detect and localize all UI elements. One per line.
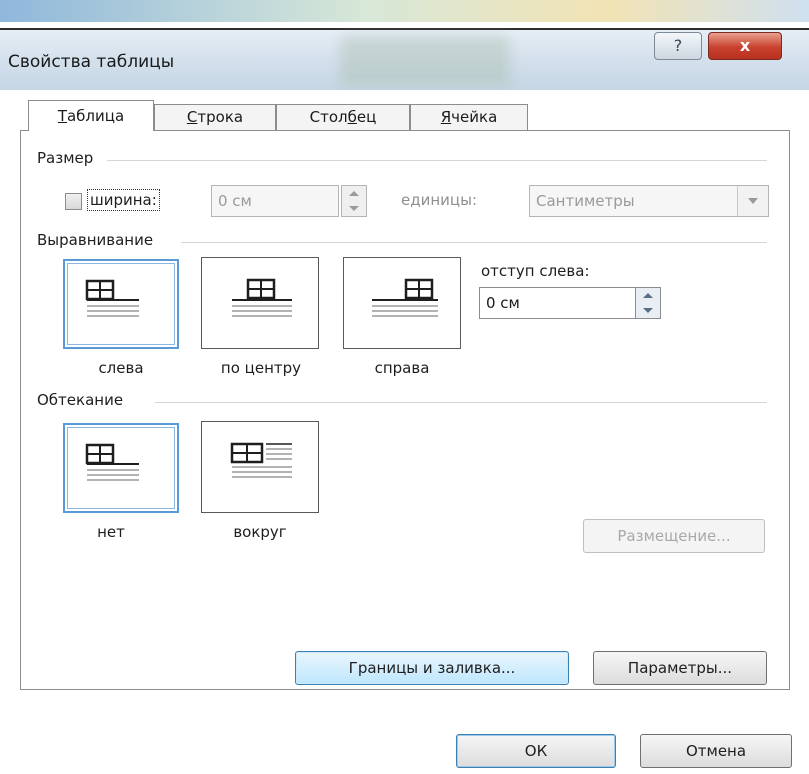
tab-mnemonic: б bbox=[347, 108, 357, 126]
indent-input[interactable]: 0 см bbox=[479, 287, 637, 319]
close-icon: x bbox=[739, 36, 751, 55]
indent-label: отступ слева: bbox=[481, 262, 596, 280]
align-center-icon bbox=[232, 278, 292, 317]
tab-mnemonic: Я bbox=[440, 108, 452, 126]
wrap-around-tile[interactable] bbox=[201, 421, 319, 513]
width-spinner[interactable] bbox=[341, 185, 367, 217]
tab-panel-table: Размер ширина: 0 см единицы: Сантиметры … bbox=[20, 130, 790, 690]
align-left-label: слева bbox=[98, 359, 144, 377]
align-left-tile[interactable] bbox=[63, 259, 179, 349]
wrap-none-icon bbox=[85, 443, 139, 481]
alignment-group-line bbox=[181, 242, 767, 243]
tab-column[interactable]: Столбец bbox=[276, 104, 410, 130]
dialog-client-area: Таблица Строка Столбец Ячейка Размер шир… bbox=[0, 90, 809, 774]
options-button[interactable]: Параметры... bbox=[593, 651, 767, 685]
width-checkbox-label[interactable]: ширина: bbox=[87, 189, 160, 211]
align-center-label: по центру bbox=[220, 359, 302, 377]
title-glass bbox=[340, 36, 510, 86]
wrap-around-label: вокруг bbox=[233, 523, 287, 541]
spin-down-icon bbox=[643, 308, 653, 313]
indent-spinner[interactable] bbox=[635, 287, 661, 319]
align-left-icon bbox=[85, 279, 139, 317]
title-bar: Свойства таблицы ? x bbox=[0, 28, 809, 92]
size-group-label: Размер bbox=[37, 149, 100, 167]
size-group-line bbox=[107, 160, 767, 161]
width-checkbox[interactable] bbox=[65, 193, 82, 210]
tab-label-rest: чейка bbox=[451, 108, 498, 126]
wrapping-group-label: Обтекание bbox=[37, 391, 130, 409]
tab-label-prefix: Стол bbox=[309, 108, 348, 126]
tab-table[interactable]: Таблица bbox=[28, 100, 154, 131]
dialog-title: Свойства таблицы bbox=[8, 52, 175, 72]
chevron-down-icon[interactable] bbox=[737, 186, 768, 216]
spin-down-icon bbox=[349, 206, 359, 211]
wrap-none-tile[interactable] bbox=[63, 423, 179, 513]
table-properties-dialog: Свойства таблицы ? x Таблица Строка Стол… bbox=[0, 28, 809, 774]
width-input[interactable]: 0 см bbox=[211, 185, 339, 217]
ok-button[interactable]: ОК bbox=[456, 734, 616, 768]
spin-up-icon bbox=[643, 293, 653, 298]
spin-up-icon bbox=[349, 191, 359, 196]
units-select[interactable]: Сантиметры bbox=[529, 185, 769, 217]
tab-cell[interactable]: Ячейка bbox=[410, 104, 528, 130]
borders-shading-button[interactable]: Границы и заливка... bbox=[295, 651, 569, 685]
align-right-label: справа bbox=[374, 359, 430, 377]
align-right-icon bbox=[372, 278, 438, 317]
tab-label-rest: трока bbox=[197, 108, 244, 126]
tab-label-rest: аблица bbox=[66, 107, 125, 125]
close-button[interactable]: x bbox=[708, 32, 782, 60]
align-center-tile[interactable] bbox=[201, 257, 319, 349]
tab-row[interactable]: Строка bbox=[154, 104, 276, 130]
cancel-button[interactable]: Отмена bbox=[640, 734, 792, 768]
wrapping-group-line bbox=[155, 402, 767, 403]
tab-mnemonic: С bbox=[186, 108, 198, 126]
wrap-none-label: нет bbox=[97, 523, 125, 541]
align-right-tile[interactable] bbox=[343, 257, 461, 349]
tab-label-rest: ец bbox=[356, 108, 377, 126]
alignment-group-label: Выравнивание bbox=[37, 231, 160, 249]
help-button[interactable]: ? bbox=[654, 32, 702, 60]
help-icon: ? bbox=[673, 36, 683, 55]
positioning-button[interactable]: Размещение... bbox=[583, 519, 765, 553]
units-select-value: Сантиметры bbox=[536, 192, 635, 210]
wrap-around-icon bbox=[230, 442, 292, 478]
tab-mnemonic: Т bbox=[57, 107, 67, 125]
background-strip bbox=[0, 0, 809, 22]
units-label: единицы: bbox=[401, 191, 484, 209]
